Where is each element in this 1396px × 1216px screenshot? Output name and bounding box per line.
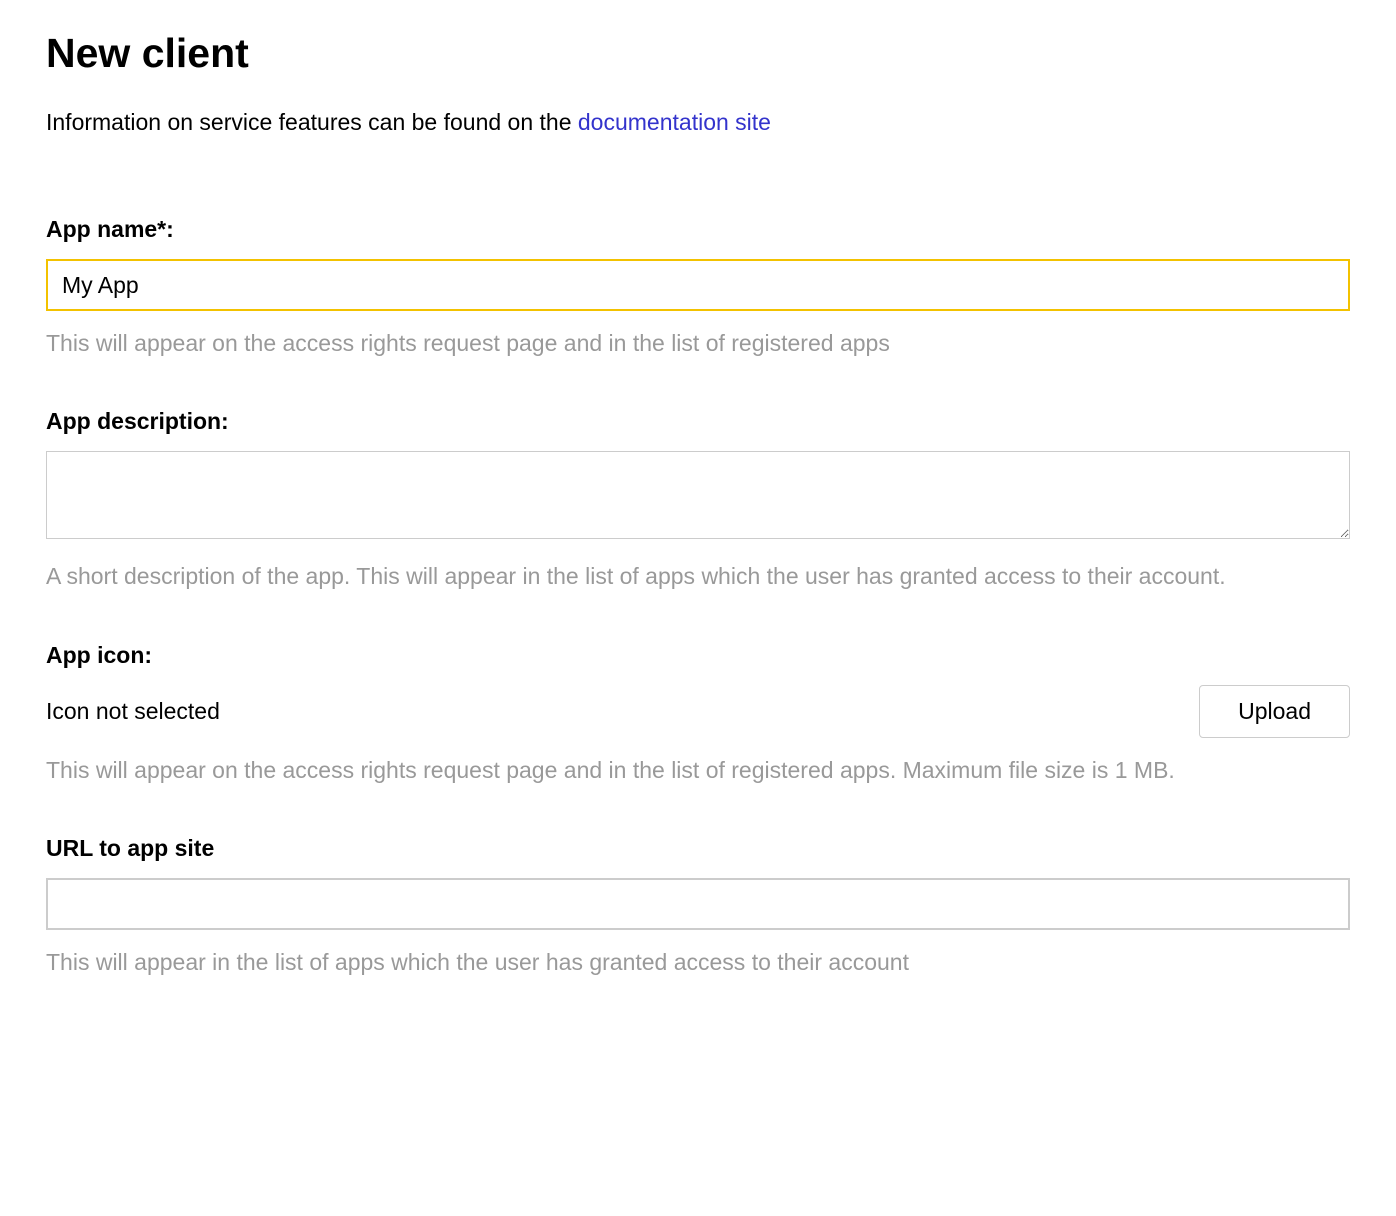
app-name-group: App name*: This will appear on the acces…: [46, 216, 1350, 360]
documentation-link[interactable]: documentation site: [578, 109, 771, 135]
app-url-label: URL to app site: [46, 835, 1350, 862]
app-url-group: URL to app site This will appear in the …: [46, 835, 1350, 979]
app-name-input[interactable]: [46, 259, 1350, 311]
app-description-help: A short description of the app. This wil…: [46, 560, 1350, 593]
app-description-label: App description:: [46, 408, 1350, 435]
app-icon-status: Icon not selected: [46, 698, 220, 725]
app-icon-group: App icon: Icon not selected Upload This …: [46, 642, 1350, 787]
info-text: Information on service features can be f…: [46, 109, 1350, 136]
app-icon-help: This will appear on the access rights re…: [46, 754, 1350, 787]
page-title: New client: [46, 30, 1350, 77]
app-description-input[interactable]: [46, 451, 1350, 539]
app-icon-label: App icon:: [46, 642, 1350, 669]
app-name-help: This will appear on the access rights re…: [46, 327, 1350, 360]
upload-button[interactable]: Upload: [1199, 685, 1350, 738]
app-name-label: App name*:: [46, 216, 1350, 243]
info-prefix: Information on service features can be f…: [46, 109, 578, 135]
app-description-group: App description: A short description of …: [46, 408, 1350, 593]
app-url-input[interactable]: [46, 878, 1350, 930]
app-icon-row: Icon not selected Upload: [46, 685, 1350, 738]
app-url-help: This will appear in the list of apps whi…: [46, 946, 1350, 979]
